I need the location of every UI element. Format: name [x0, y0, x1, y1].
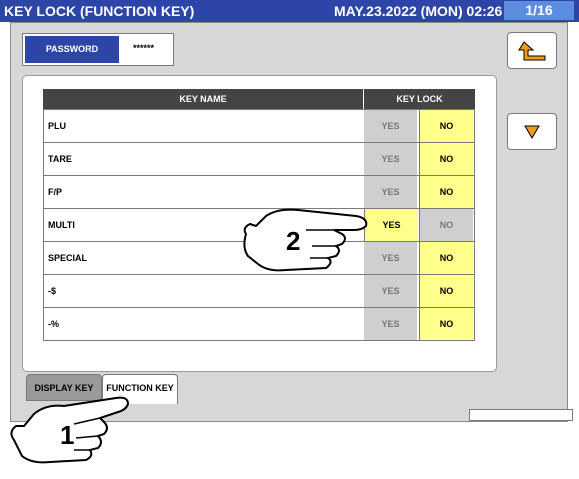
yes-button[interactable]: YES [364, 275, 417, 307]
yes-button[interactable]: YES [364, 110, 417, 142]
callout-hand-1: 1 [4, 394, 138, 466]
key-lock-header: KEY LOCK [364, 89, 475, 109]
no-button[interactable]: NO [419, 110, 473, 142]
callout-hand-2: 2 [238, 204, 378, 276]
key-name: -% [48, 319, 59, 329]
callout-number-1: 1 [60, 420, 75, 450]
no-button[interactable]: NO [419, 209, 473, 241]
no-button[interactable]: NO [419, 176, 473, 208]
pointing-hand-icon [243, 208, 368, 272]
title-bar: KEY LOCK (FUNCTION KEY) MAY.23.2022 (MON… [0, 0, 579, 22]
screen-title: KEY LOCK (FUNCTION KEY) [4, 3, 195, 19]
back-button[interactable] [507, 32, 557, 69]
page-indicator: 1/16 [504, 1, 574, 20]
no-button[interactable]: NO [419, 242, 473, 274]
down-triangle-icon [524, 125, 540, 139]
yes-button[interactable]: YES [364, 143, 417, 175]
key-name: PLU [48, 121, 66, 131]
no-button[interactable]: NO [419, 275, 473, 307]
callout-number-2: 2 [286, 226, 301, 256]
table-top-border [43, 109, 475, 110]
password-field[interactable]: PASSWORD ****** [22, 33, 174, 66]
table-row: PLU YES NO [43, 110, 475, 143]
key-name: SPECIAL [48, 253, 88, 263]
table-row: TARE YES NO [43, 143, 475, 176]
key-name: -$ [48, 286, 57, 296]
no-button[interactable]: NO [419, 308, 473, 340]
yes-button[interactable]: YES [364, 308, 417, 340]
status-field [469, 409, 573, 421]
table-row: -% YES NO [43, 308, 475, 341]
password-label: PASSWORD [25, 36, 119, 63]
back-arrow-icon [518, 41, 546, 61]
password-value: ****** [133, 43, 155, 53]
key-name-header: KEY NAME [43, 89, 363, 109]
date-time: MAY.23.2022 (MON) 02:26 [334, 3, 503, 19]
scroll-down-button[interactable] [507, 113, 557, 150]
key-name: F/P [48, 187, 63, 197]
no-button[interactable]: NO [419, 143, 473, 175]
key-name: MULTI [48, 220, 75, 230]
key-name: TARE [48, 154, 72, 164]
table-row: -$ YES NO [43, 275, 475, 308]
